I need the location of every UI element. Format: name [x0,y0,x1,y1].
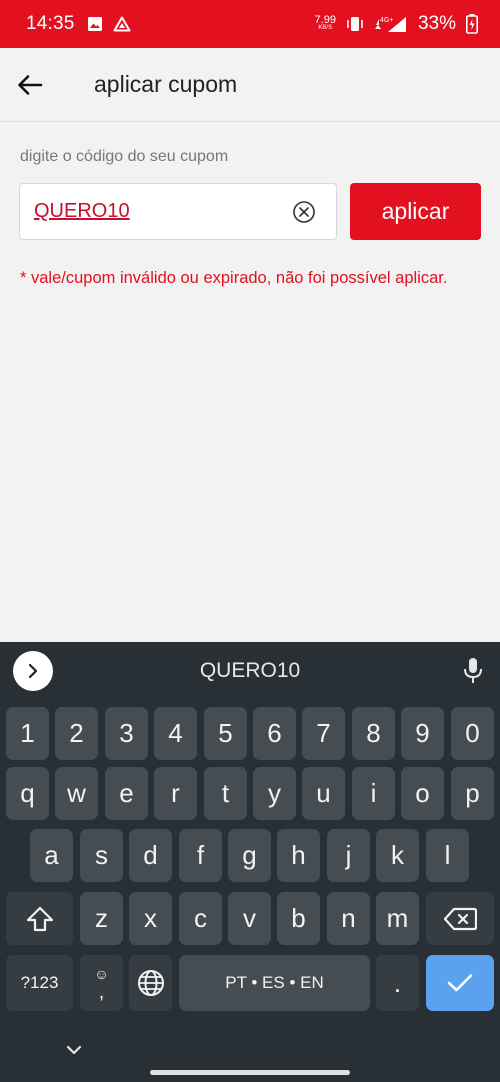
key-2[interactable]: 2 [55,707,98,760]
coupon-input[interactable] [34,200,274,223]
key-7[interactable]: 7 [302,707,345,760]
key-w[interactable]: w [55,767,98,820]
keyboard: QUERO10 1 2 3 4 5 6 7 8 9 0 q w e r t y … [0,642,500,1082]
coupon-error-message: * vale/cupom inválido ou expirado, não f… [20,269,448,287]
key-o[interactable]: o [401,767,444,820]
key-t[interactable]: t [204,767,247,820]
language-key[interactable] [129,955,172,1011]
coupon-field-label: digite o código do seu cupom [20,148,229,165]
enter-key[interactable] [426,955,494,1011]
shift-icon [26,906,53,931]
key-g[interactable]: g [228,829,271,882]
backspace-icon [443,907,477,930]
key-8[interactable]: 8 [352,707,395,760]
symbols-key[interactable]: ?123 [6,955,73,1011]
key-3[interactable]: 3 [105,707,148,760]
key-k[interactable]: k [376,829,419,882]
key-m[interactable]: m [376,892,419,945]
back-button[interactable] [2,57,58,113]
status-time: 14:35 [26,13,75,34]
shift-key[interactable] [6,892,73,945]
key-n[interactable]: n [327,892,370,945]
key-c[interactable]: c [179,892,222,945]
key-e[interactable]: e [105,767,148,820]
backspace-key[interactable] [426,892,494,945]
vibrate-icon [347,17,363,31]
key-b[interactable]: b [277,892,320,945]
key-p[interactable]: p [451,767,494,820]
key-u[interactable]: u [302,767,345,820]
key-v[interactable]: v [228,892,271,945]
key-l[interactable]: l [426,829,469,882]
key-d[interactable]: d [129,829,172,882]
navigation-handle[interactable] [150,1070,350,1075]
image-icon [87,17,102,31]
key-j[interactable]: j [327,829,370,882]
signal-icon: 4G+ [374,17,406,32]
check-icon [447,974,473,992]
space-key[interactable]: PT • ES • EN [179,955,370,1011]
coupon-input-box [19,183,337,240]
suggestion-strip: QUERO10 [0,642,500,700]
clear-icon[interactable] [292,200,316,224]
key-5[interactable]: 5 [204,707,247,760]
key-s[interactable]: s [80,829,123,882]
app-header: aplicar cupom [0,48,500,122]
key-1[interactable]: 1 [6,707,49,760]
suggestion-word[interactable]: QUERO10 [0,659,500,683]
key-0[interactable]: 0 [451,707,494,760]
page-title: aplicar cupom [94,71,238,97]
svg-text:4G+: 4G+ [380,17,393,24]
key-f[interactable]: f [179,829,222,882]
emoji-comma-key[interactable]: ☺ , [80,955,123,1011]
battery-icon [466,14,478,34]
microphone-icon[interactable] [462,657,484,685]
globe-icon [137,970,164,996]
drive-icon [113,16,131,32]
key-q[interactable]: q [6,767,49,820]
status-bar: 14:35 7.99 KB/S 4G+ 33% [0,0,500,48]
apply-button[interactable]: aplicar [350,183,481,240]
key-h[interactable]: h [277,829,320,882]
arrow-left-icon [18,74,43,95]
key-a[interactable]: a [30,829,73,882]
period-key[interactable]: . [376,955,419,1011]
key-y[interactable]: y [253,767,296,820]
key-4[interactable]: 4 [154,707,197,760]
key-r[interactable]: r [154,767,197,820]
chevron-down-icon[interactable] [62,1040,86,1060]
key-x[interactable]: x [129,892,172,945]
key-6[interactable]: 6 [253,707,296,760]
battery-percent: 33% [417,13,456,34]
key-z[interactable]: z [80,892,123,945]
key-i[interactable]: i [352,767,395,820]
network-speed: 7.99 KB/S [314,14,336,32]
key-9[interactable]: 9 [401,707,444,760]
